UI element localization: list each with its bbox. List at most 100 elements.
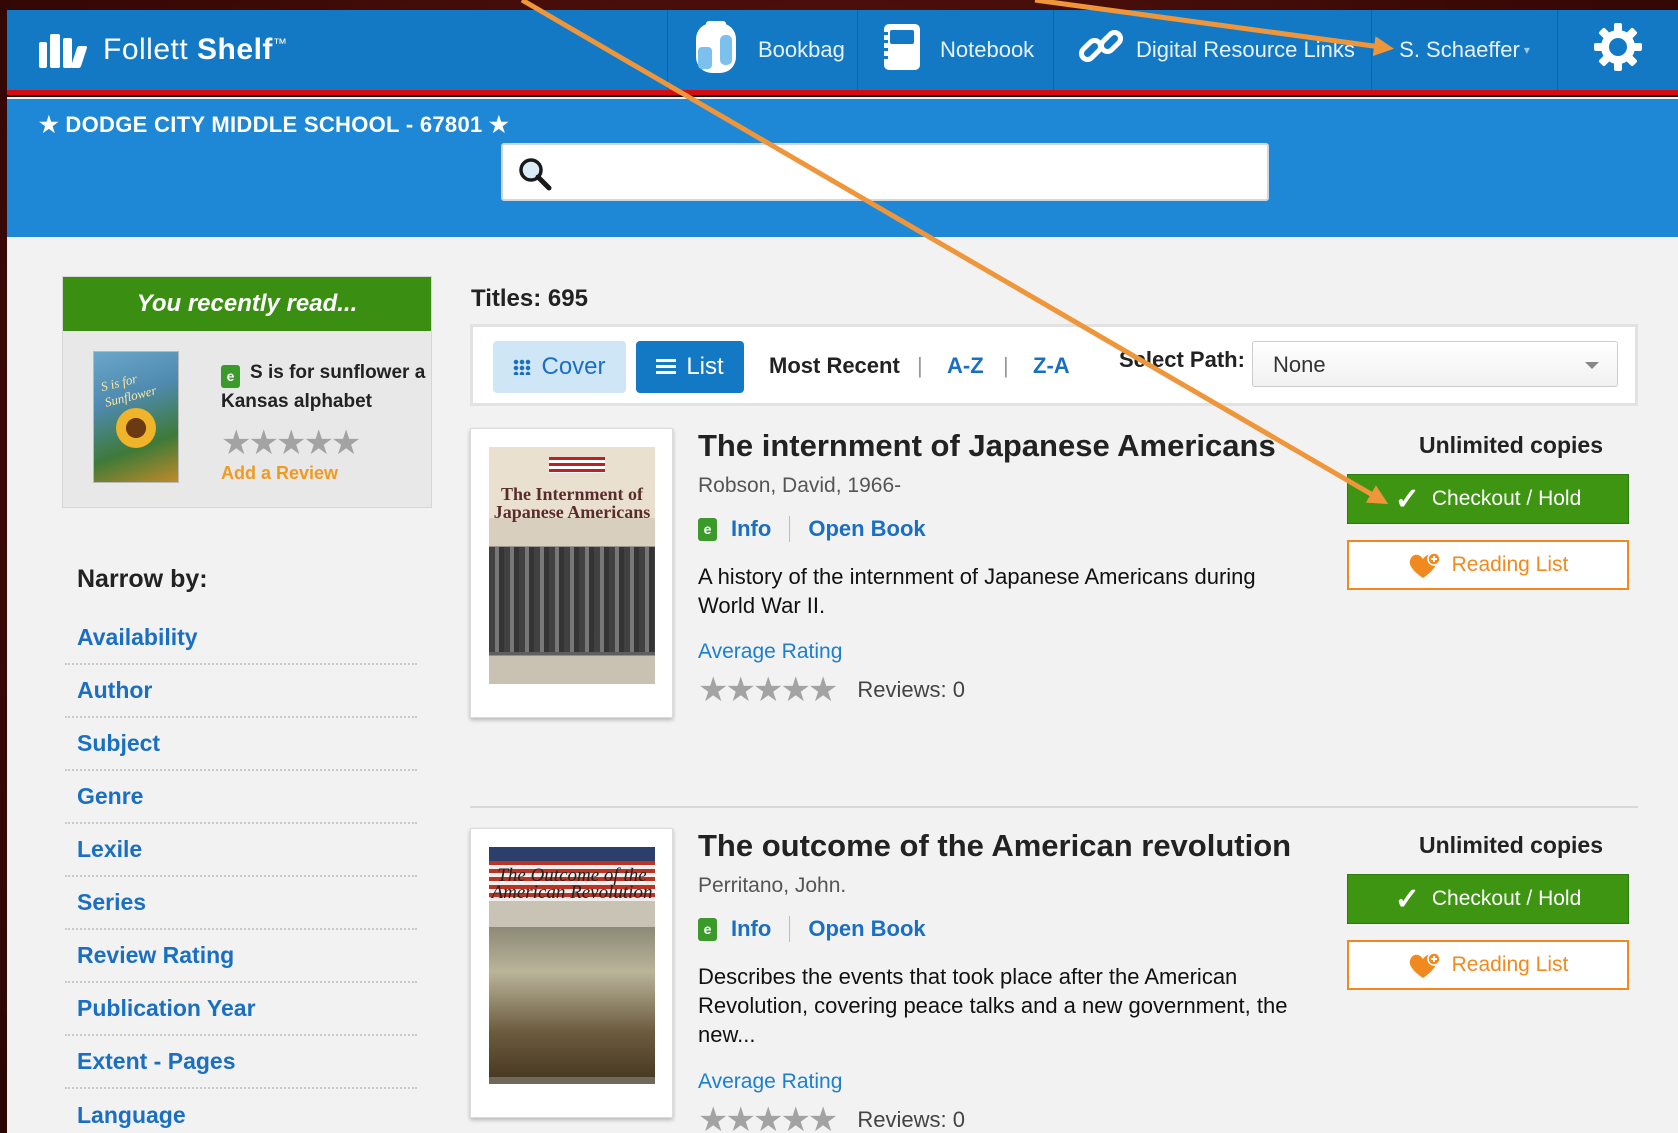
facet-subject[interactable]: Subject	[65, 718, 417, 771]
grid-icon	[513, 359, 532, 375]
sort-separator: |	[917, 353, 923, 378]
brand[interactable]: Follett Shelf™	[39, 28, 287, 72]
user-name: S. Schaeffer	[1399, 37, 1520, 62]
link-separator	[789, 516, 791, 542]
follett-logo-icon	[39, 30, 91, 70]
chevron-down-icon	[1585, 362, 1599, 369]
book-cover-image: The Internment of Japanese Americans	[489, 447, 655, 684]
book-title[interactable]: The outcome of the American revolution	[698, 828, 1291, 864]
checkout-hold-button[interactable]: ✓ Checkout / Hold	[1347, 474, 1629, 524]
select-path-label: Select Path:	[1119, 347, 1245, 372]
book-description: Describes the events that took place aft…	[698, 964, 1288, 1047]
user-menu[interactable]: S. Schaeffer ▾	[1371, 10, 1557, 90]
link-icon	[1076, 22, 1126, 78]
book-links: e Info Open Book	[698, 916, 926, 942]
nav-bookbag[interactable]: Bookbag	[667, 10, 857, 90]
list-view-button[interactable]: List	[636, 341, 744, 393]
top-nav: Follett Shelf™ Bookbag Notebook Digital …	[7, 10, 1678, 90]
bookbag-icon	[690, 19, 742, 81]
brand-name: Follett Shelf™	[103, 33, 288, 66]
facet-genre[interactable]: Genre	[65, 771, 417, 824]
facet-author[interactable]: Author	[65, 665, 417, 718]
recent-rating-stars[interactable]: ★★★★★	[221, 423, 361, 463]
search-input[interactable]	[501, 143, 1269, 201]
settings-button[interactable]	[1557, 10, 1678, 90]
reading-list-button[interactable]: Reading List	[1347, 540, 1629, 590]
book-cover[interactable]: The Outcome of the American Revolution	[470, 828, 673, 1118]
info-link[interactable]: Info	[731, 516, 771, 542]
recent-book-title[interactable]: eS is for sunflower a Kansas alphabet	[221, 359, 431, 415]
availability-text: Unlimited copies	[1418, 432, 1604, 458]
recent-cover-title: S is for Sunflower	[99, 370, 158, 410]
facet-extent-pages[interactable]: Extent - Pages	[65, 1036, 417, 1089]
book-author: Robson, David, 1966-	[698, 474, 902, 497]
nav-notebook[interactable]: Notebook	[857, 10, 1053, 90]
results-toolbar: Cover List Most Recent | A-Z | Z-A Selec…	[470, 324, 1638, 406]
reviews-count: Reviews: 0	[857, 1107, 965, 1132]
book-cover-image: The Outcome of the American Revolution	[489, 847, 655, 1084]
check-icon: ✓	[1394, 882, 1420, 916]
sort-a-z[interactable]: A-Z	[947, 353, 984, 379]
recent-book-cover[interactable]: S is for Sunflower	[93, 351, 179, 483]
titles-count: Titles: 695	[471, 285, 588, 312]
chevron-down-icon: ▾	[1523, 43, 1530, 57]
book-links: e Info Open Book	[698, 516, 926, 542]
result-item: The Outcome of the American Revolution T…	[470, 828, 1638, 1133]
nav-digital-resource-links[interactable]: Digital Resource Links	[1053, 10, 1371, 90]
book-author: Perritano, John.	[698, 874, 847, 897]
nav-digital-label: Digital Resource Links	[1136, 37, 1355, 62]
heart-plus-icon	[1408, 552, 1441, 578]
school-banner: ★ DODGE CITY MIDDLE SCHOOL - 67801 ★	[7, 99, 1678, 237]
open-book-link[interactable]: Open Book	[808, 916, 925, 942]
heart-plus-icon	[1408, 952, 1441, 978]
result-item: The Internment of Japanese Americans The…	[470, 428, 1638, 728]
book-description: A history of the internment of Japanese …	[698, 564, 1256, 618]
sort-most-recent[interactable]: Most Recent	[769, 353, 900, 379]
ebook-icon: e	[698, 917, 717, 941]
sort-separator: |	[1003, 353, 1009, 378]
facet-review-rating[interactable]: Review Rating	[65, 930, 417, 983]
facet-list: Availability Author Subject Genre Lexile…	[65, 612, 417, 1133]
follett-shelf-app: Follett Shelf™ Bookbag Notebook Digital …	[7, 10, 1678, 1133]
facet-series[interactable]: Series	[65, 877, 417, 930]
cover-title-text: The Outcome of the American Revolution	[491, 865, 653, 903]
reviews-count: Reviews: 0	[857, 677, 965, 702]
reading-list-label: Reading List	[1451, 953, 1569, 976]
book-cover[interactable]: The Internment of Japanese Americans	[470, 428, 673, 718]
checkout-hold-button[interactable]: ✓ Checkout / Hold	[1347, 874, 1629, 924]
book-title[interactable]: The internment of Japanese Americans	[698, 428, 1276, 464]
average-rating-label: Average Rating	[698, 1070, 843, 1093]
link-separator	[789, 916, 791, 942]
facet-lexile[interactable]: Lexile	[65, 824, 417, 877]
check-icon: ✓	[1394, 482, 1420, 516]
cover-painting	[489, 927, 655, 1077]
nav-notebook-label: Notebook	[940, 37, 1035, 62]
average-rating-label: Average Rating	[698, 640, 843, 663]
cover-view-button[interactable]: Cover	[493, 341, 626, 393]
rating-stars[interactable]: ★★★★★ Reviews: 0	[698, 670, 965, 710]
facet-language[interactable]: Language	[65, 1089, 417, 1133]
flag-graphic	[549, 457, 605, 473]
checkout-label: Checkout / Hold	[1431, 887, 1582, 910]
checkout-label: Checkout / Hold	[1431, 487, 1582, 510]
notebook-icon	[880, 22, 924, 78]
rating-stars[interactable]: ★★★★★ Reviews: 0	[698, 1100, 965, 1133]
add-review-link[interactable]: Add a Review	[221, 463, 338, 484]
narrow-by-heading: Narrow by:	[77, 565, 208, 593]
ebook-icon: e	[698, 517, 717, 541]
facet-availability[interactable]: Availability	[65, 612, 417, 665]
reading-list-button[interactable]: Reading List	[1347, 940, 1629, 990]
info-link[interactable]: Info	[731, 916, 771, 942]
open-book-link[interactable]: Open Book	[808, 516, 925, 542]
school-name: ★ DODGE CITY MIDDLE SCHOOL - 67801 ★	[39, 112, 509, 137]
select-path-dropdown[interactable]: None	[1252, 341, 1618, 387]
cover-photo	[489, 547, 655, 652]
results-divider	[470, 806, 1638, 808]
cover-view-label: Cover	[541, 353, 606, 380]
facet-publication-year[interactable]: Publication Year	[65, 983, 417, 1036]
sort-z-a[interactable]: Z-A	[1033, 353, 1070, 379]
star-icon: ★★★★★	[698, 1101, 838, 1133]
recent-book-title-text: S is for sunflower a Kansas alphabet	[221, 362, 426, 412]
availability-text: Unlimited copies	[1418, 832, 1604, 858]
list-icon	[656, 359, 677, 375]
